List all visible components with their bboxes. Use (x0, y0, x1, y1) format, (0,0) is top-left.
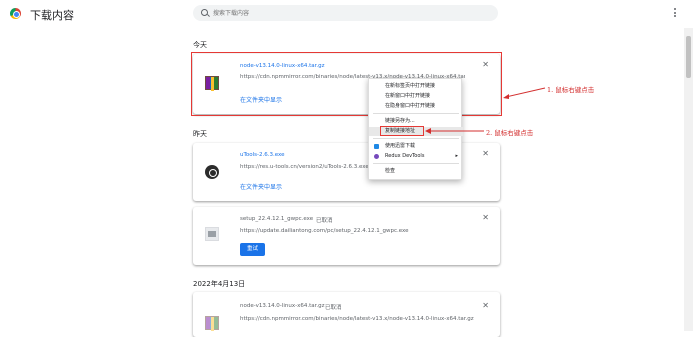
annotation-arrows (425, 87, 546, 134)
annotation-step-2: 2. 鼠标右键点击 (486, 129, 534, 137)
annotation-step-1: 1. 鼠标右键点击 (547, 86, 595, 94)
